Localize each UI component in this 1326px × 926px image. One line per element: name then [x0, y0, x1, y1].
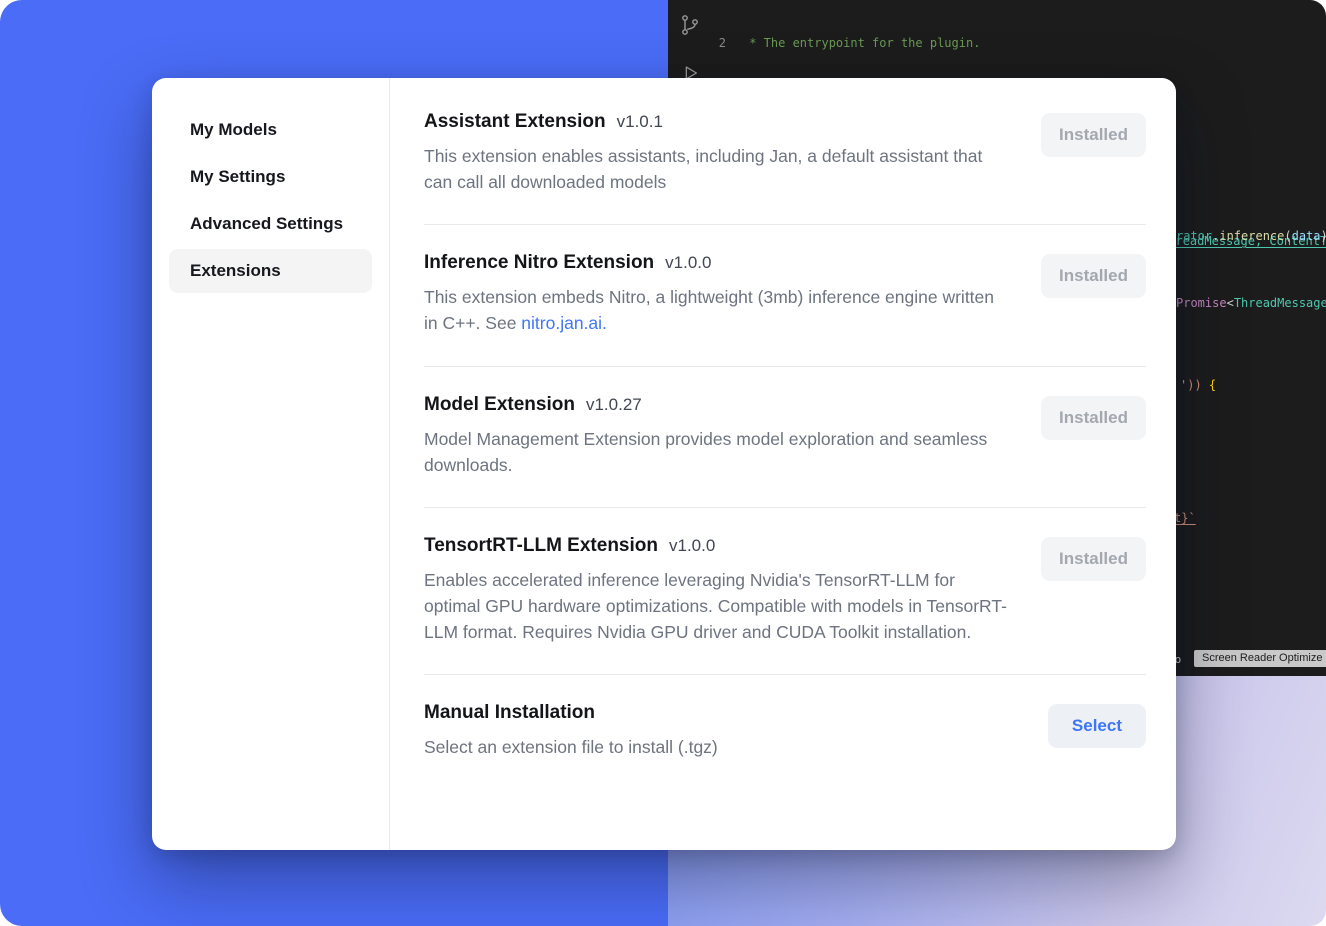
settings-modal: My Models My Settings Advanced Settings …: [152, 78, 1176, 850]
extension-description: Enables accelerated inference leveraging…: [424, 568, 1012, 645]
description-text: Select an extension file to install (.tg…: [424, 737, 718, 757]
code-token: inference: [1219, 229, 1284, 243]
screen-reader-chip[interactable]: Screen Reader Optimize: [1194, 650, 1326, 667]
code-token: ));: [1321, 229, 1326, 243]
sidebar-item-advanced-settings[interactable]: Advanced Settings: [169, 202, 372, 246]
code-fragment: rator.inference(data));: [1176, 229, 1326, 243]
description-text: This extension enables assistants, inclu…: [424, 146, 982, 192]
extension-name: Model Extension: [424, 394, 575, 415]
code-line: 2 * The entrypoint for the plugin.: [712, 35, 1326, 52]
extension-description: This extension embeds Nitro, a lightweig…: [424, 285, 1012, 336]
extensions-content: Assistant Extension v1.0.1 This extension…: [390, 78, 1176, 850]
installed-button[interactable]: Installed: [1041, 113, 1146, 157]
installed-button[interactable]: Installed: [1041, 254, 1146, 298]
line-number: 2: [712, 35, 742, 52]
extension-version: v1.0.0: [665, 253, 711, 272]
code-token: rator: [1176, 229, 1212, 243]
code-token: data: [1292, 229, 1321, 243]
extension-description: Model Management Extension provides mode…: [424, 427, 1012, 478]
extension-row: Model Extension v1.0.27 Model Management …: [424, 367, 1146, 508]
installed-button[interactable]: Installed: [1041, 537, 1146, 581]
installed-button[interactable]: Installed: [1041, 396, 1146, 440]
extension-info: Inference Nitro Extension v1.0.0 This ext…: [424, 252, 1012, 336]
extension-name: Assistant Extension: [424, 111, 606, 132]
screenshot-canvas: 2 * The entrypoint for the plugin. 3 */ …: [0, 0, 1326, 926]
extension-title-line: Model Extension v1.0.27: [424, 394, 1012, 416]
extension-title-line: Manual Installation: [424, 702, 718, 724]
select-file-button[interactable]: Select: [1048, 704, 1146, 748]
description-text: Enables accelerated inference leveraging…: [424, 570, 1007, 641]
sidebar-nav: My Models My Settings Advanced Settings …: [152, 108, 389, 293]
extension-row: Assistant Extension v1.0.1 This extension…: [424, 84, 1146, 225]
sidebar-item-my-models[interactable]: My Models: [169, 108, 372, 152]
sidebar-item-label: Extensions: [190, 261, 281, 281]
code-fragment: ')) {: [1180, 378, 1216, 392]
sidebar-item-label: My Models: [190, 120, 277, 140]
description-text: Model Management Extension provides mode…: [424, 429, 987, 475]
code-fragment: Promise<ThreadMessage>: [1176, 296, 1326, 310]
extension-row: TensortRT-LLM Extension v1.0.0 Enables ac…: [424, 508, 1146, 675]
extension-info: Model Extension v1.0.27 Model Management …: [424, 394, 1012, 478]
code-token: ')): [1180, 378, 1202, 392]
code-token: t}`: [1174, 511, 1196, 525]
settings-sidebar: My Models My Settings Advanced Settings …: [152, 78, 390, 850]
manual-installation-row: Manual Installation Select an extension …: [424, 675, 1146, 790]
sidebar-item-label: Advanced Settings: [190, 214, 343, 234]
sidebar-item-extensions[interactable]: Extensions: [169, 249, 372, 293]
extension-name: TensortRT-LLM Extension: [424, 535, 658, 556]
code-token: <: [1227, 296, 1234, 310]
extension-version: v1.0.1: [617, 112, 663, 131]
extension-version: v1.0.0: [669, 536, 715, 555]
sidebar-item-label: My Settings: [190, 167, 285, 187]
extension-row: Inference Nitro Extension v1.0.0 This ext…: [424, 225, 1146, 366]
extension-title-line: TensortRT-LLM Extension v1.0.0: [424, 535, 1012, 557]
extension-description: This extension enables assistants, inclu…: [424, 144, 1012, 195]
sidebar-item-my-settings[interactable]: My Settings: [169, 155, 372, 199]
extension-info: Manual Installation Select an extension …: [424, 702, 718, 761]
code-token: (: [1284, 229, 1291, 243]
extension-version: v1.0.27: [586, 395, 642, 414]
extension-description-link[interactable]: nitro.jan.ai.: [521, 313, 607, 333]
manual-installation-title: Manual Installation: [424, 702, 595, 723]
extension-name: Inference Nitro Extension: [424, 252, 654, 273]
extension-info: TensortRT-LLM Extension v1.0.0 Enables ac…: [424, 535, 1012, 645]
code-token: ThreadMessage: [1234, 296, 1326, 310]
extensions-list: Assistant Extension v1.0.1 This extension…: [424, 84, 1146, 675]
description-text: This extension embeds Nitro, a lightweig…: [424, 287, 994, 333]
manual-installation-description: Select an extension file to install (.tg…: [424, 735, 718, 761]
code-token: {: [1202, 378, 1216, 392]
code-fragment: t}`: [1174, 511, 1196, 525]
code-comment: * The entrypoint for the plugin.: [742, 35, 980, 52]
extension-info: Assistant Extension v1.0.1 This extension…: [424, 111, 1012, 195]
code-token: Promise: [1176, 296, 1227, 310]
source-control-icon[interactable]: [678, 13, 702, 42]
extension-title-line: Assistant Extension v1.0.1: [424, 111, 1012, 133]
extension-title-line: Inference Nitro Extension v1.0.0: [424, 252, 1012, 274]
